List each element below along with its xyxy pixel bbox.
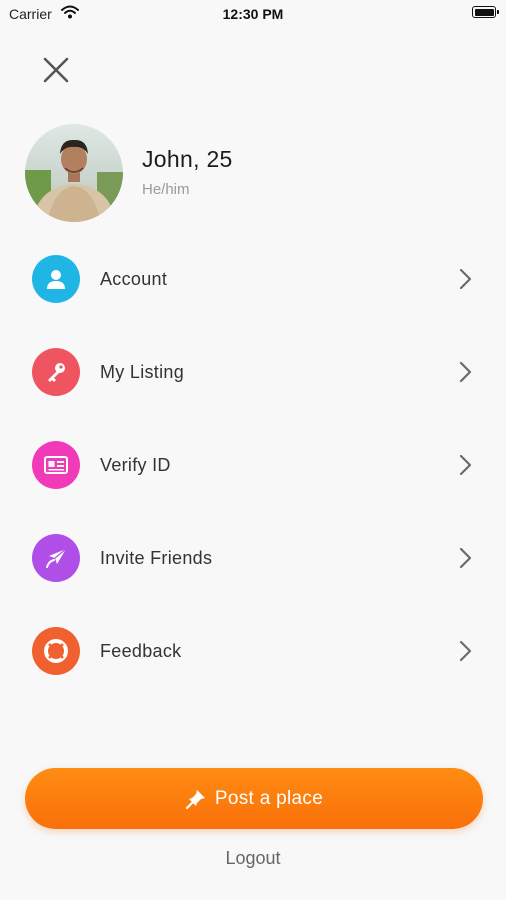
menu-label: Feedback xyxy=(100,641,182,661)
battery-icon xyxy=(472,6,499,18)
profile-name: John, 25 xyxy=(142,146,233,172)
menu-label: Verify ID xyxy=(100,455,171,475)
menu-item-feedback[interactable]: Feedback xyxy=(0,604,506,697)
key-icon xyxy=(32,348,80,396)
chevron-right-icon xyxy=(459,547,472,569)
avatar[interactable] xyxy=(25,124,123,222)
avatar-photo xyxy=(25,124,123,222)
menu-item-my-listing[interactable]: My Listing xyxy=(0,325,506,418)
chevron-right-icon xyxy=(459,361,472,383)
close-button[interactable] xyxy=(38,52,74,88)
menu-item-verify-id[interactable]: Verify ID xyxy=(0,418,506,511)
menu-label: Account xyxy=(100,269,168,289)
menu-label: My Listing xyxy=(100,362,185,382)
chevron-right-icon xyxy=(459,268,472,290)
close-icon xyxy=(43,57,69,83)
menu-item-account[interactable]: Account xyxy=(0,232,506,325)
menu-item-invite-friends[interactable]: Invite Friends xyxy=(0,511,506,604)
chevron-right-icon xyxy=(459,454,472,476)
chevron-right-icon xyxy=(459,640,472,662)
profile-pronoun: He/him xyxy=(142,181,190,198)
post-a-place-button[interactable]: Post a place xyxy=(25,768,483,829)
logout-link[interactable]: Logout xyxy=(0,848,506,869)
id-card-icon xyxy=(32,441,80,489)
clock-time: 12:30 PM xyxy=(222,6,284,22)
post-a-place-label: Post a place xyxy=(214,787,324,809)
paper-plane-icon xyxy=(32,534,80,582)
pin-icon xyxy=(185,789,205,809)
menu-label: Invite Friends xyxy=(100,548,213,568)
lifebuoy-icon xyxy=(32,627,80,675)
user-icon xyxy=(32,255,80,303)
status-bar: Carrier 12:30 PM xyxy=(0,0,506,28)
profile-header: John, 25 He/him xyxy=(25,124,485,222)
